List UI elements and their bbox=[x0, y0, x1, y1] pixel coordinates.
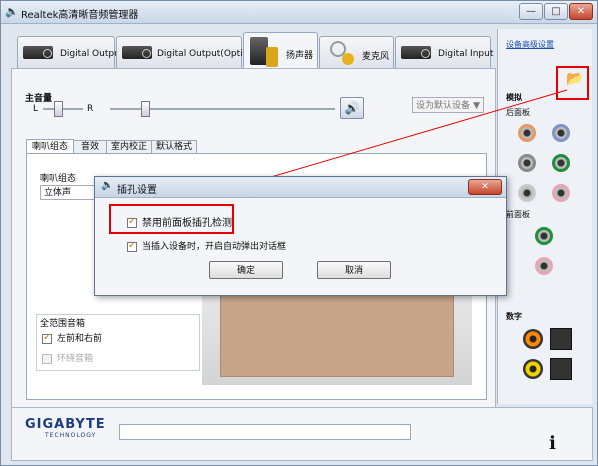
option1-label: 禁用前面板插孔检测 bbox=[142, 218, 232, 229]
dialog-title-bar: 🔈 插孔设置 ✕ bbox=[95, 177, 506, 198]
disable-front-jack-detection[interactable]: 禁用前面板插孔检测 bbox=[127, 214, 232, 229]
jack-settings-dialog: 🔈 插孔设置 ✕ 禁用前面板插孔检测 当插入设备时，开启自动弹出对话框 确定 取… bbox=[94, 176, 507, 296]
dialog-title: 插孔设置 bbox=[117, 185, 157, 196]
ok-button[interactable]: 确定 bbox=[209, 261, 283, 279]
folder-highlight-box bbox=[556, 66, 589, 100]
disable-front-jack-checkbox[interactable] bbox=[127, 216, 137, 228]
option2-label: 当插入设备时，开启自动弹出对话框 bbox=[142, 242, 287, 252]
cancel-button[interactable]: 取消 bbox=[317, 261, 391, 279]
auto-popup-checkbox[interactable] bbox=[127, 240, 137, 252]
auto-popup-option[interactable]: 当插入设备时，开启自动弹出对话框 bbox=[127, 239, 286, 252]
dialog-speaker-icon: 🔈 bbox=[101, 180, 114, 191]
audio-manager-window: 🔈 Realtek高清晰音频管理器 — □ ✕ Digital Output D… bbox=[0, 0, 598, 466]
dialog-close-button[interactable]: ✕ bbox=[468, 179, 502, 195]
